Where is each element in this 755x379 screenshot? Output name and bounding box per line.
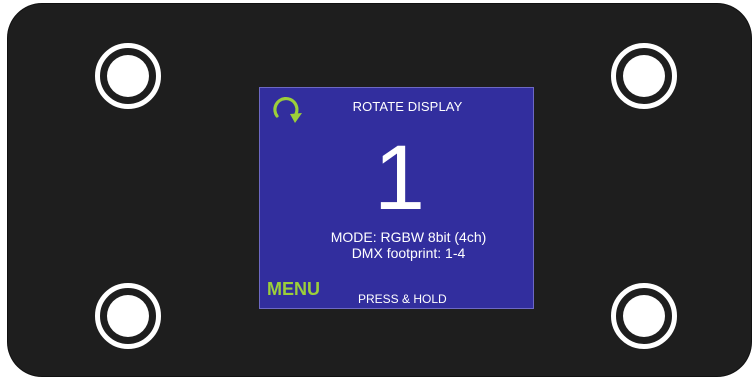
button-cap xyxy=(107,55,149,97)
display-screen: ROTATE DISPLAY 1 MODE: RGBW 8bit (4ch) D… xyxy=(259,87,534,309)
device-panel: ROTATE DISPLAY 1 MODE: RGBW 8bit (4ch) D… xyxy=(8,4,751,376)
button-cap xyxy=(623,295,665,337)
dmx-address-value: 1 xyxy=(373,127,426,229)
mode-text: MODE: RGBW 8bit (4ch) xyxy=(330,229,487,245)
button-cap xyxy=(623,55,665,97)
top-left-button[interactable] xyxy=(95,43,161,109)
menu-label[interactable]: MENU xyxy=(267,279,320,300)
bottom-left-button[interactable] xyxy=(95,283,161,349)
press-hold-label: PRESS & HOLD xyxy=(358,292,447,306)
rotate-display-label: ROTATE DISPLAY xyxy=(352,99,463,114)
top-right-button[interactable] xyxy=(611,43,677,109)
bottom-right-button[interactable] xyxy=(611,283,677,349)
button-cap xyxy=(107,295,149,337)
dmx-footprint-text: DMX footprint: 1-4 xyxy=(351,245,466,261)
